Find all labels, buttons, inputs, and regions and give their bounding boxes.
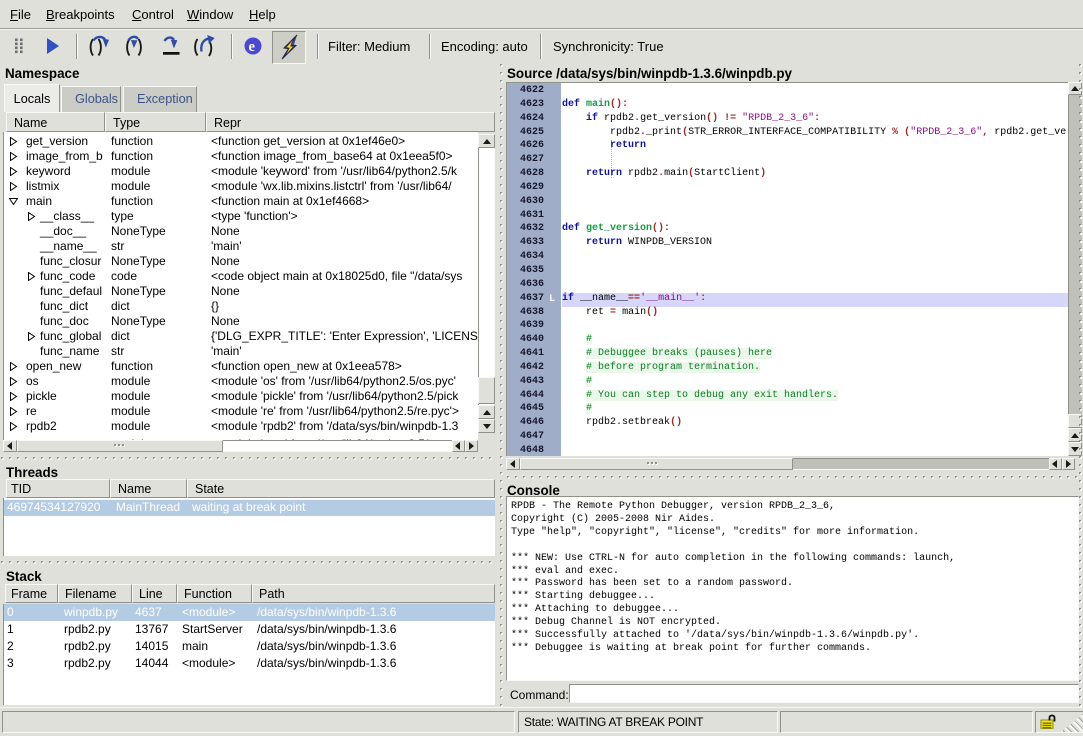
svg-text:e: e — [249, 39, 256, 55]
